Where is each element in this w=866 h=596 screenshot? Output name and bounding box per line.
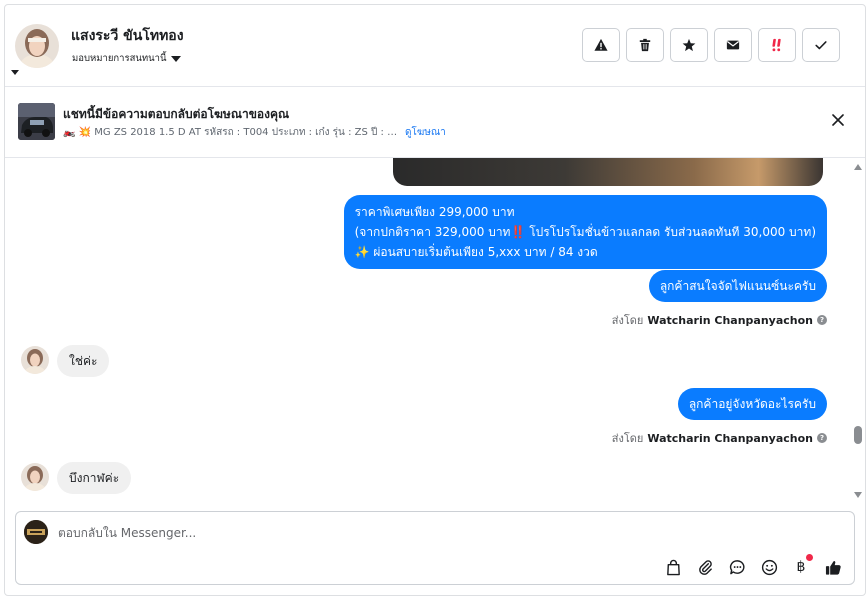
- contact-avatar-small[interactable]: [21, 463, 49, 491]
- conversation-panel: แสงระวี ขันโททอง มอบหมายการสนทนานี้ แชทน…: [4, 4, 866, 596]
- emoji-button[interactable]: [760, 558, 778, 576]
- ad-reference-banner: แชทนี้มีข้อความตอบกลับต่อโฆษณาของคุณ 🏍️ …: [5, 87, 865, 158]
- star-icon: [682, 38, 696, 52]
- conversation-toolbar: [582, 28, 840, 62]
- sent-by-prefix: ส่งโดย: [611, 314, 644, 327]
- message-line: ✨ ผ่อนสบายเริ่มต้นเพียง 5,xxx บาท / 84 ง…: [354, 245, 598, 259]
- sender-name: Watcharin Chanpanyachon: [647, 431, 813, 445]
- sender-name: Watcharin Chanpanyachon: [647, 313, 813, 327]
- info-icon[interactable]: ?: [817, 315, 827, 325]
- message-line: (จากปกติราคา 329,000 บาท‼️ โปรโปรโมชั่นข…: [354, 225, 816, 239]
- priority-icon: [772, 38, 781, 52]
- outgoing-message[interactable]: ลูกค้าอยู่จังหวัดอะไรครับ: [677, 388, 827, 420]
- star-button[interactable]: [670, 28, 708, 62]
- notification-dot: [806, 554, 813, 561]
- close-banner-button[interactable]: [829, 111, 847, 129]
- outgoing-message[interactable]: ลูกค้าสนใจจัดไฟแนนซ์นะครับ: [648, 270, 827, 302]
- info-icon[interactable]: ?: [817, 433, 827, 443]
- contact-name[interactable]: แสงระวี ขันโททอง: [71, 25, 184, 47]
- assign-label: มอบหมายการสนทนานี้: [72, 53, 167, 64]
- sent-by-label: ส่งโดย Watcharin Chanpanyachon ?: [612, 311, 827, 329]
- image-attachment[interactable]: [393, 158, 823, 186]
- ad-reply-title: แชทนี้มีข้อความตอบกลับต่อโฆษณาของคุณ: [63, 107, 290, 121]
- view-ad-link[interactable]: ดูโฆษณา: [405, 125, 446, 140]
- mark-spam-button[interactable]: [582, 28, 620, 62]
- thread-scrollbar[interactable]: [851, 158, 865, 503]
- shopping-bag-button[interactable]: [664, 558, 682, 576]
- ad-thumbnail[interactable]: [18, 103, 55, 140]
- mark-unread-button[interactable]: [714, 28, 752, 62]
- ad-description: 🏍️ 💥 MG ZS 2018 1.5 D AT รหัสรถ : T004 ป…: [63, 127, 403, 138]
- saved-replies-button[interactable]: [728, 558, 746, 576]
- paperclip-icon: [698, 559, 712, 575]
- delete-button[interactable]: [626, 28, 664, 62]
- scrollbar-thumb[interactable]: [854, 426, 862, 444]
- sent-by-prefix: ส่งโดย: [611, 432, 644, 445]
- avatar-menu-caret-icon[interactable]: [11, 70, 19, 75]
- incoming-message[interactable]: ใช่ค่ะ: [57, 345, 110, 377]
- envelope-icon: [726, 40, 740, 50]
- trash-icon: [639, 38, 651, 52]
- thumbs-up-button[interactable]: [824, 558, 842, 576]
- thumbs-up-icon: [825, 560, 841, 575]
- warning-icon: [594, 38, 608, 51]
- page-avatar: [24, 520, 48, 544]
- mark-done-button[interactable]: [802, 28, 840, 62]
- outgoing-message[interactable]: ราคาพิเศษเพียง 299,000 บาท (จากปกติราคา …: [343, 195, 827, 269]
- scroll-down-arrow-icon[interactable]: [854, 492, 862, 498]
- composer-toolbar: ฿: [664, 554, 842, 576]
- conversation-header: แสงระวี ขันโททอง มอบหมายการสนทนานี้: [5, 5, 865, 87]
- chevron-down-icon: [170, 55, 181, 62]
- priority-button[interactable]: [758, 28, 796, 62]
- assign-conversation-dropdown[interactable]: มอบหมายการสนทนานี้: [72, 51, 181, 66]
- incoming-message[interactable]: บึงกาฬค่ะ: [57, 462, 132, 494]
- payment-button[interactable]: ฿: [792, 554, 813, 576]
- reply-composer: ฿: [15, 511, 855, 585]
- shopping-bag-icon: [666, 559, 680, 575]
- emoji-icon: [761, 559, 777, 575]
- attach-button[interactable]: [696, 558, 714, 576]
- check-icon: [815, 41, 827, 50]
- reply-input[interactable]: [58, 523, 658, 543]
- close-icon: [832, 114, 844, 126]
- chat-bubble-icon: [729, 559, 745, 574]
- scroll-up-arrow-icon[interactable]: [854, 164, 862, 170]
- sent-by-label: ส่งโดย Watcharin Chanpanyachon ?: [612, 429, 827, 447]
- contact-avatar-small[interactable]: [21, 346, 49, 374]
- contact-avatar[interactable]: [15, 24, 59, 68]
- baht-icon: ฿: [796, 559, 806, 575]
- message-line: ราคาพิเศษเพียง 299,000 บาท: [354, 205, 515, 219]
- message-thread: ราคาพิเศษเพียง 299,000 บาท (จากปกติราคา …: [5, 158, 865, 503]
